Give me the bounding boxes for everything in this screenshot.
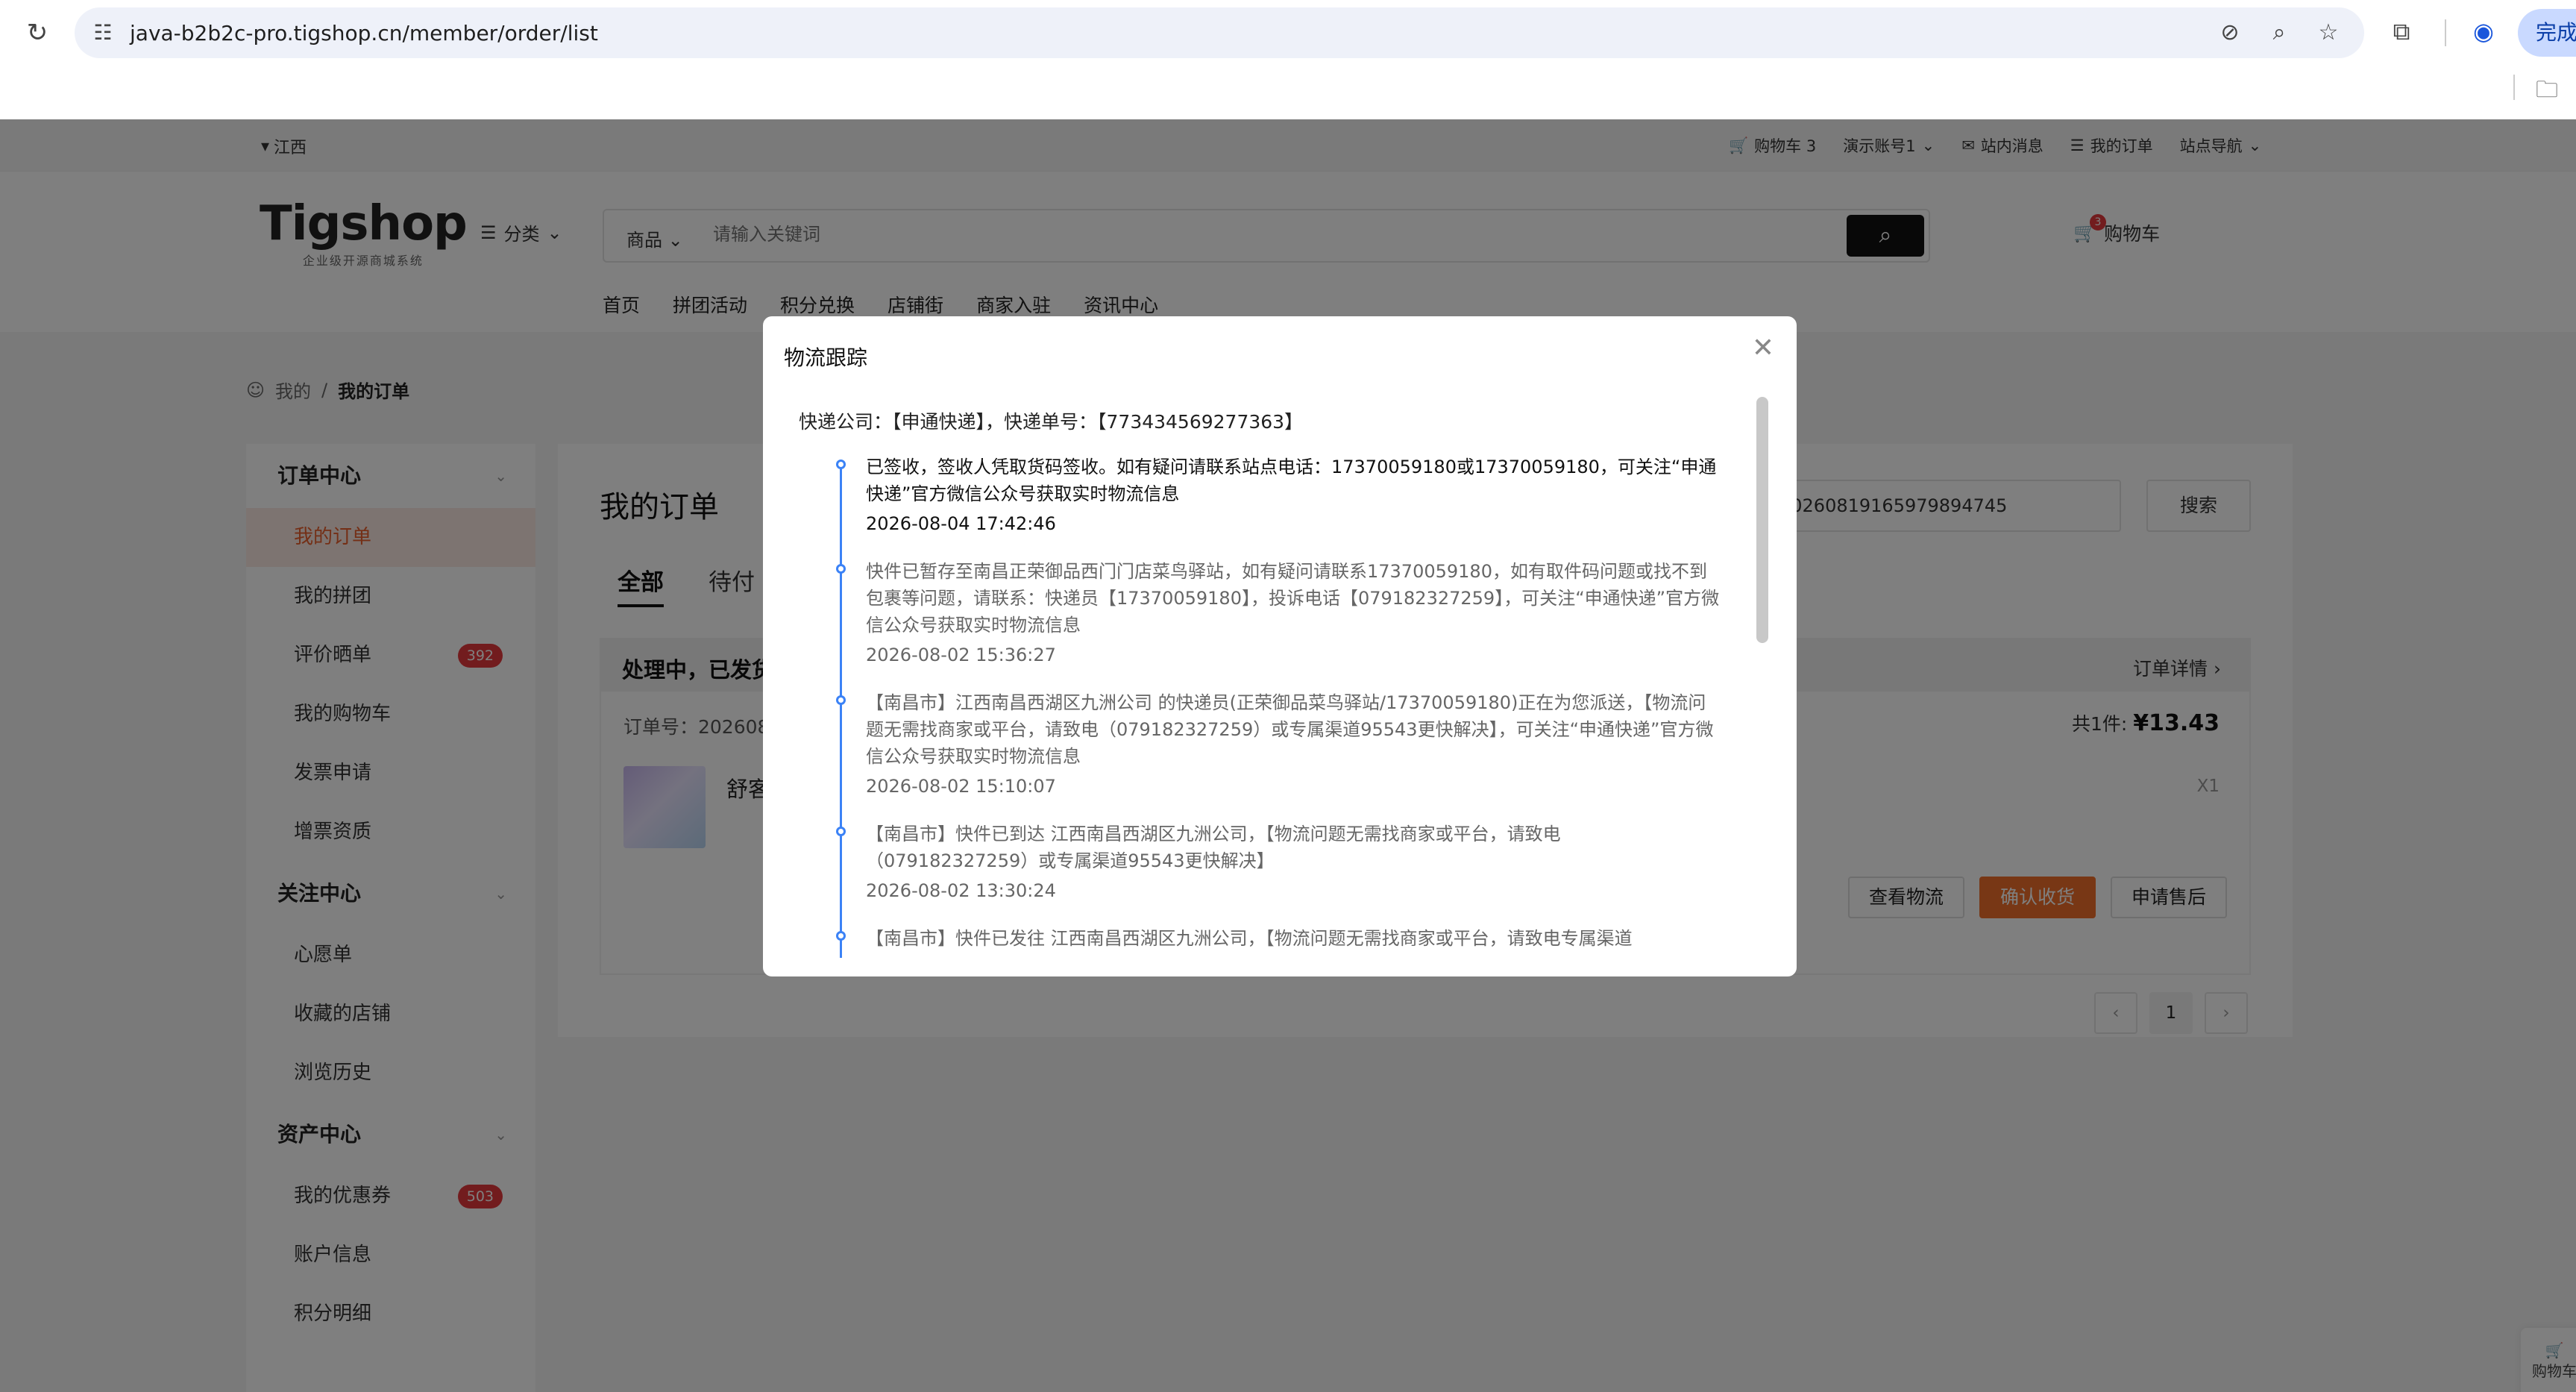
logistics-timeline: 已签收，签收人凭取货码签收。如有疑问请联系站点电话：17370059180或17… xyxy=(799,454,1731,958)
timeline-time: 2026-08-04 17:42:46 xyxy=(866,513,1056,534)
reload-icon[interactable]: ↻ xyxy=(22,18,52,48)
timeline-time: 2026-08-02 15:10:07 xyxy=(866,776,1056,797)
modal-scrollbar[interactable] xyxy=(1756,394,1768,959)
timeline-item: 快件已暂存至南昌正荣御品西门门店菜鸟驿站，如有疑问请联系17370059180，… xyxy=(799,558,1731,668)
timeline-dot xyxy=(836,931,846,941)
timeline-dot xyxy=(836,460,846,469)
logistics-modal: 物流跟踪 ✕ 快递公司：【申通快递】，快递单号：【773434569277363… xyxy=(763,316,1797,976)
timeline-text: 【南昌市】快件已发往 江西南昌西湖区九洲公司，【物流问题无需找商家或平台，请致电… xyxy=(866,928,1633,949)
timeline-item: 【南昌市】快件已发往 江西南昌西湖区九洲公司，【物流问题无需找商家或平台，请致电… xyxy=(799,925,1731,952)
timeline-time: 2026-08-02 13:30:24 xyxy=(866,880,1056,901)
timeline-item: 【南昌市】江西南昌西湖区九洲公司 的快递员(正荣御品菜鸟驿站/173700591… xyxy=(799,689,1731,800)
timeline-dot xyxy=(836,564,846,574)
toolbar-divider xyxy=(2445,19,2446,46)
timeline-text: 已签收，签收人凭取货码签收。如有疑问请联系站点电话：17370059180或17… xyxy=(866,457,1717,504)
timeline-time: 2026-08-02 15:36:27 xyxy=(866,645,1056,665)
extensions-icon[interactable]: ⧉ xyxy=(2387,16,2416,46)
courier-info: 快递公司：【申通快递】，快递单号：【773434569277363】 xyxy=(799,411,1304,433)
eye-off-icon[interactable]: ⊘ xyxy=(2217,18,2243,48)
done-button[interactable]: 完成 xyxy=(2518,9,2576,57)
timeline-dot xyxy=(836,695,846,705)
timeline-item: 已签收，签收人凭取货码签收。如有疑问请联系站点电话：17370059180或17… xyxy=(799,454,1731,537)
timeline-dot xyxy=(836,827,846,836)
modal-title: 物流跟踪 xyxy=(784,345,868,370)
scrollbar-thumb[interactable] xyxy=(1756,397,1768,643)
timeline-text: 【南昌市】江西南昌西湖区九洲公司 的快递员(正荣御品菜鸟驿站/173700591… xyxy=(866,692,1714,767)
timeline-text: 【南昌市】快件已到达 江西南昌西湖区九洲公司，【物流问题无需找商家或平台，请致电… xyxy=(866,824,1561,871)
logistics-body: 快递公司：【申通快递】，快递单号：【773434569277363】 已签收，签… xyxy=(799,391,1761,958)
url-text[interactable]: java-b2b2c-pro.tigshop.cn/member/order/l… xyxy=(130,21,598,46)
site-settings-icon[interactable]: ☷ xyxy=(89,19,116,46)
timeline-item: 【南昌市】快件已到达 江西南昌西湖区九洲公司，【物流问题无需找商家或平台，请致电… xyxy=(799,821,1731,904)
bookmark-folder-icon[interactable]: 🗀 xyxy=(2536,73,2558,111)
profile-icon[interactable]: ◉ xyxy=(2469,16,2498,46)
address-bar[interactable]: ☷ java-b2b2c-pro.tigshop.cn/member/order… xyxy=(75,7,2364,58)
zoom-icon[interactable]: ⌕ xyxy=(2266,18,2293,48)
bookmarks-divider xyxy=(2513,75,2515,100)
browser-chrome: ↻ ☷ java-b2b2c-pro.tigshop.cn/member/ord… xyxy=(0,0,2576,119)
timeline-text: 快件已暂存至南昌正荣御品西门门店菜鸟驿站，如有疑问请联系17370059180，… xyxy=(866,561,1720,636)
bookmark-star-icon[interactable]: ☆ xyxy=(2315,18,2342,48)
close-icon[interactable]: ✕ xyxy=(1752,333,1774,363)
